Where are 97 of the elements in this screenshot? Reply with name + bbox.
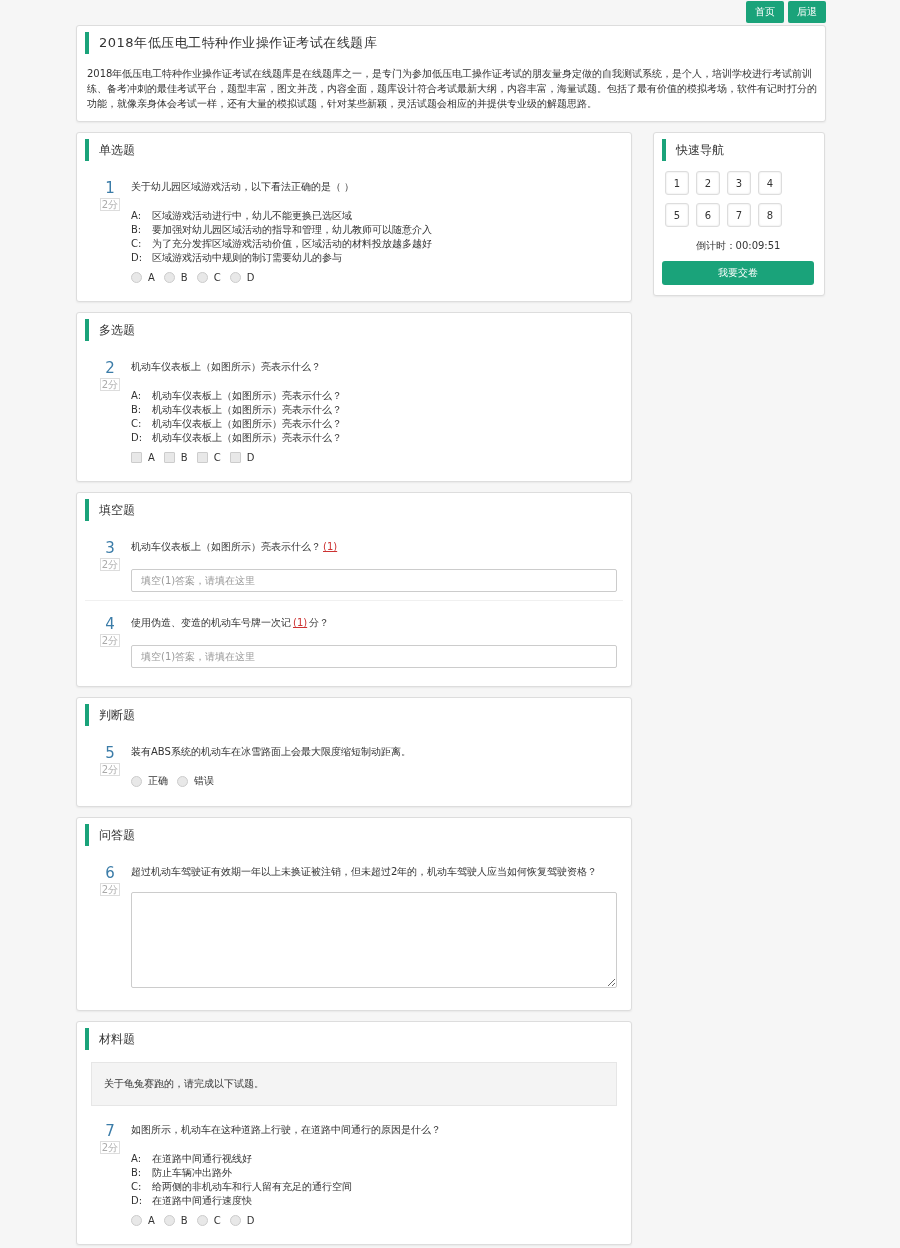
option-text: 机动车仪表板上（如图所示）亮表示什么？ [152, 431, 342, 445]
choice-label: C [213, 272, 221, 283]
option-text: 机动车仪表板上（如图所示）亮表示什么？ [152, 389, 342, 403]
question-nav-button[interactable]: 6 [696, 203, 720, 227]
checkbox[interactable] [229, 452, 241, 463]
score-badge: 2分 [99, 883, 121, 896]
radio-button[interactable] [196, 1215, 208, 1226]
score-badge: 2分 [99, 558, 121, 571]
question-nav-button[interactable]: 1 [665, 171, 689, 195]
section-title: 判断题 [85, 704, 623, 726]
score-badge: 2分 [99, 763, 121, 776]
question-number: 1 [105, 179, 115, 197]
section-title: 填空题 [85, 499, 623, 521]
question-number: 2 [105, 359, 115, 377]
choice-label: 正确 [148, 774, 168, 788]
question-text: 机动车仪表板上（如图所示）亮表示什么？ (1) [131, 540, 341, 554]
option-letter: C: [131, 417, 143, 431]
choice-label: C [213, 452, 221, 463]
page-title: 2018年低压电工特种作业操作证考试在线题库 [85, 32, 817, 54]
question-nav-button[interactable]: 3 [727, 171, 751, 195]
radio-button[interactable] [131, 1215, 142, 1226]
question-nav-button[interactable]: 5 [665, 203, 689, 227]
question-text: 如图所示，机动车在这种道路上行驶，在道路中间通行的原因是什么？ [131, 1123, 442, 1137]
option-text: 要加强对幼儿园区域活动的指导和管理，幼儿教师可以随意介入 [152, 223, 432, 237]
option-text: 机动车仪表板上（如图所示）亮表示什么？ [152, 403, 342, 417]
choice-label: B [180, 1215, 188, 1226]
blank-marker: (1) [292, 617, 309, 628]
radio-button[interactable] [163, 1215, 175, 1226]
checkbox[interactable] [196, 452, 208, 463]
section-title: 单选题 [85, 139, 623, 161]
choice-label: B [180, 272, 188, 283]
question-nav-button[interactable]: 7 [727, 203, 751, 227]
score-badge: 2分 [99, 1141, 121, 1154]
question-number: 5 [105, 744, 115, 762]
option-text: 区域游戏活动进行中，幼儿不能更换已选区域 [152, 209, 352, 223]
choice-label: D [246, 452, 255, 463]
score-badge: 2分 [99, 634, 121, 647]
option-letter: A: [131, 389, 143, 403]
option-letter: B: [131, 403, 143, 417]
section-title: 多选题 [85, 319, 623, 341]
option-text: 在道路中间通行速度快 [152, 1194, 252, 1208]
question-text: 使用伪造、变造的机动车号牌一次记 (1) 分？ [131, 616, 331, 630]
answer-field[interactable]: 填空(1)答案，请填在这里 [131, 569, 617, 592]
option-letter: B: [131, 1166, 143, 1180]
radio-button[interactable] [131, 775, 142, 787]
option-letter: D: [131, 1194, 144, 1208]
radio-button[interactable] [131, 272, 142, 283]
blank-marker: (1) [322, 541, 339, 552]
question-number: 4 [105, 615, 115, 633]
option-letter: B: [131, 223, 143, 237]
radio-button[interactable] [229, 1215, 241, 1226]
option-letter: C: [131, 237, 143, 251]
option-letter: D: [131, 431, 144, 445]
checkbox[interactable] [163, 452, 175, 463]
radio-button[interactable] [196, 272, 208, 283]
section-title: 问答题 [85, 824, 623, 846]
question-text: 关于幼儿园区域游戏活动，以下看法正确的是（ ） [131, 180, 356, 194]
option-text: 防止车辆冲出路外 [152, 1166, 232, 1180]
question-text: 超过机动车驾驶证有效期一年以上未换证被注销，但未超过2年的，机动车驾驶人应当如何恢复驾驶资格？ [131, 865, 599, 879]
choice-label: C [213, 1215, 221, 1226]
option-text: 机动车仪表板上（如图所示）亮表示什么？ [152, 417, 342, 431]
material-text: 关于龟兔赛跑的，请完成以下试题。 [91, 1062, 617, 1106]
question-text: 装有ABS系统的机动车在冰雪路面上会最大限度缩短制动距离。 [131, 745, 412, 759]
option-text: 为了充分发挥区域游戏活动价值，区域活动的材料投放越多越好 [152, 237, 432, 251]
option-letter: A: [131, 1152, 143, 1166]
question-number: 6 [105, 864, 115, 882]
section-title: 材料题 [85, 1028, 623, 1050]
radio-button[interactable] [229, 272, 241, 283]
choice-label: A [148, 1215, 155, 1226]
question-number: 7 [105, 1122, 115, 1140]
option-letter: D: [131, 251, 144, 265]
checkbox[interactable] [131, 452, 142, 463]
choice-label: D [246, 1215, 255, 1226]
radio-button[interactable] [177, 775, 188, 787]
intro-text: 2018年低压电工特种作业操作证考试在线题库是在线题库之一，是专门为参加低压电工操作证考试的朋友量身定做的自我测试系统，是个人，培训学校进行考试前训练、备考冲刺的最佳考试平台，题型丰富，图文并茂，内容全面，题库设计符合考试最新大纲，内容丰富，海量试题。包括了最有价值的模拟考场，软件有记时打分的功能，就像亲身体会考试一样，还有大量的模拟试题，针对某些新颖，灵活试题会相应的并提供专业级的解题思路。 [86, 67, 817, 111]
choice-label: D [246, 272, 255, 283]
score-badge: 2分 [99, 198, 121, 211]
question-nav-button[interactable]: 4 [758, 171, 782, 195]
option-text: 给两侧的非机动车和行人留有充足的通行空间 [152, 1180, 352, 1194]
question-nav-button[interactable]: 2 [696, 171, 720, 195]
choice-label: A [148, 452, 155, 463]
answer-box[interactable] [131, 892, 617, 988]
choice-label: 错误 [194, 774, 214, 788]
choice-label: A [148, 272, 155, 283]
option-text: 在道路中间通行视线好 [152, 1152, 252, 1166]
radio-button[interactable] [163, 272, 175, 283]
choice-label: B [180, 452, 188, 463]
question-nav-button[interactable]: 8 [758, 203, 782, 227]
option-text: 区域游戏活动中规则的制订需要幼儿的参与 [152, 251, 342, 265]
score-badge: 2分 [99, 378, 121, 391]
option-letter: C: [131, 1180, 143, 1194]
question-number: 3 [105, 539, 115, 557]
countdown-timer: 倒计时：00:09:51 [694, 239, 782, 253]
option-letter: A: [131, 209, 143, 223]
question-text: 机动车仪表板上（如图所示）亮表示什么？ [131, 360, 322, 374]
nav-title: 快速导航 [662, 139, 814, 161]
answer-field[interactable]: 填空(1)答案，请填在这里 [131, 645, 617, 668]
